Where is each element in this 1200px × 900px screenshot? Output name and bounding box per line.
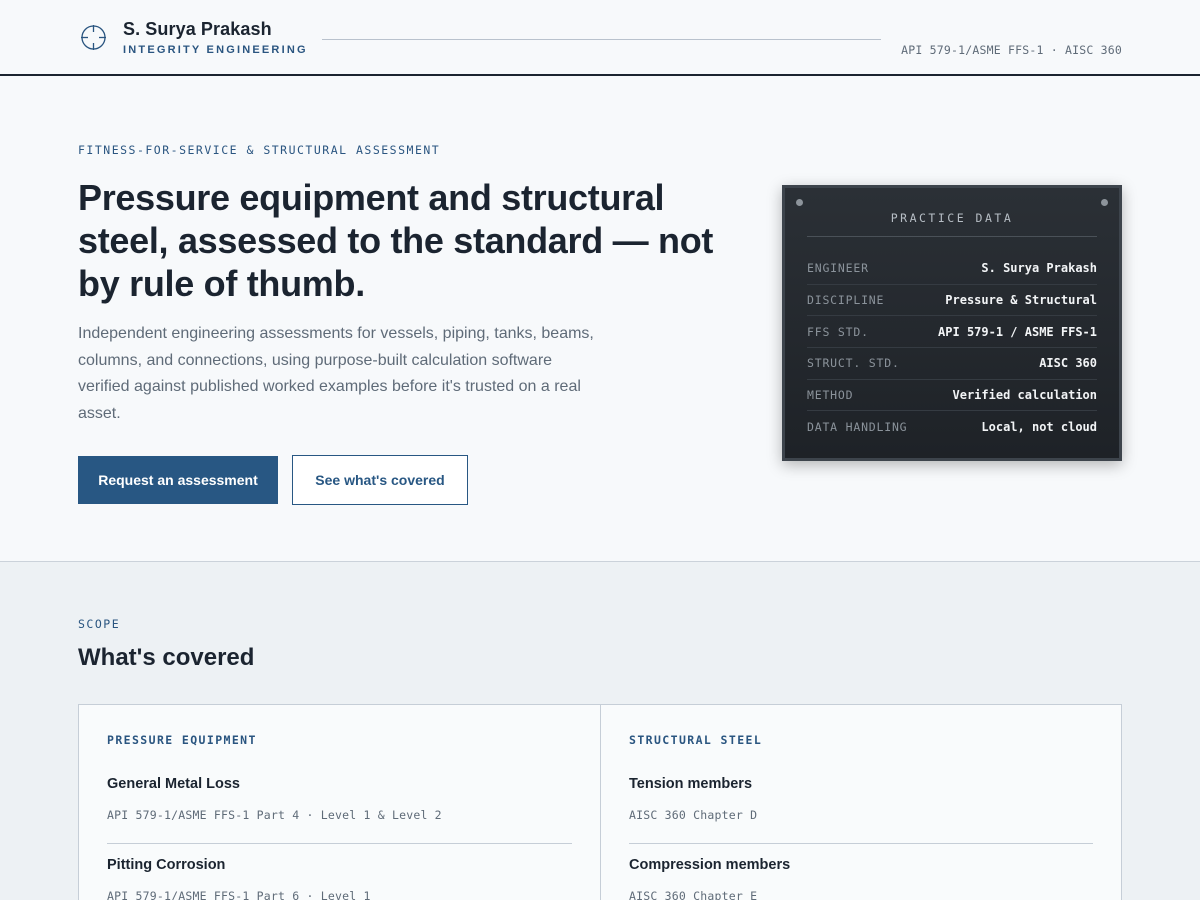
hero-title: Pressure equipment and structural steel,… bbox=[78, 177, 714, 304]
brand-subtitle: INTEGRITY ENGINEERING bbox=[123, 44, 308, 56]
list-item: Tension members AISC 360 Chapter D bbox=[629, 776, 1093, 844]
item-reference: AISC 360 Chapter E bbox=[629, 889, 758, 900]
panel-row-struct-std: STRUCT. STD. AISC 360 bbox=[807, 348, 1097, 380]
item-title: Pitting Corrosion bbox=[107, 857, 226, 873]
panel-title: PRACTICE DATA bbox=[890, 211, 1014, 225]
panel-value: Verified calculation bbox=[952, 388, 1098, 403]
panel-value: Pressure & Structural bbox=[945, 293, 1097, 308]
panel-row-ffs-std: FFS STD. API 579-1 / ASME FFS-1 bbox=[807, 316, 1097, 349]
list-item: Pitting Corrosion API 579-1/ASME FFS-1 P… bbox=[107, 857, 572, 900]
crosshair-icon[interactable] bbox=[80, 24, 107, 51]
panel-row-engineer: ENGINEER S. Surya Prakash bbox=[807, 253, 1097, 285]
screw-icon bbox=[796, 199, 803, 206]
panel-key: DISCIPLINE bbox=[807, 293, 885, 308]
panel-key: FFS STD. bbox=[807, 324, 869, 339]
item-title: General Metal Loss bbox=[107, 776, 240, 792]
scope-section: SCOPE What's covered PRESSURE EQUIPMENT … bbox=[0, 562, 1200, 900]
panel-key: ENGINEER bbox=[807, 261, 869, 276]
screw-icon bbox=[1101, 199, 1108, 206]
header-divider bbox=[322, 39, 881, 40]
hero-eyebrow: FITNESS-FOR-SERVICE & STRUCTURAL ASSESSM… bbox=[78, 143, 441, 157]
site-header: S. Surya Prakash INTEGRITY ENGINEERING A… bbox=[0, 0, 1200, 76]
hero-section: FITNESS-FOR-SERVICE & STRUCTURAL ASSESSM… bbox=[0, 76, 1200, 562]
panel-row-data-handling: DATA HANDLING Local, not cloud bbox=[807, 411, 1097, 443]
list-item: General Metal Loss API 579-1/ASME FFS-1 … bbox=[107, 776, 572, 844]
item-title: Tension members bbox=[629, 776, 753, 792]
item-reference: AISC 360 Chapter D bbox=[629, 808, 1093, 844]
scope-eyebrow: SCOPE bbox=[78, 617, 121, 631]
panel-key: DATA HANDLING bbox=[807, 420, 908, 435]
panel-key: STRUCT. STD. bbox=[807, 356, 900, 371]
item-title: Compression members bbox=[629, 857, 791, 873]
panel-row-method: METHOD Verified calculation bbox=[807, 380, 1097, 412]
panel-divider bbox=[807, 236, 1097, 237]
scope-title: What's covered bbox=[78, 644, 255, 671]
panel-value: AISC 360 bbox=[1039, 356, 1097, 371]
hero-description: Independent engineering assessments for … bbox=[78, 325, 594, 422]
list-item: Compression members AISC 360 Chapter E bbox=[629, 857, 1093, 900]
card-heading: STRUCTURAL STEEL bbox=[629, 733, 763, 747]
scope-cards: PRESSURE EQUIPMENT General Metal Loss AP… bbox=[78, 704, 1122, 900]
practice-data-panel: PRACTICE DATA ENGINEER S. Surya Prakash … bbox=[782, 185, 1122, 461]
panel-row-discipline: DISCIPLINE Pressure & Structural bbox=[807, 285, 1097, 317]
panel-rows: ENGINEER S. Surya Prakash DISCIPLINE Pre… bbox=[807, 253, 1097, 443]
brand-name[interactable]: S. Surya Prakash bbox=[123, 19, 272, 40]
panel-value: Local, not cloud bbox=[981, 420, 1097, 435]
card-structural-steel: STRUCTURAL STEEL Tension members AISC 36… bbox=[600, 705, 1121, 900]
panel-value: S. Surya Prakash bbox=[981, 261, 1097, 276]
see-covered-button[interactable]: See what's covered bbox=[292, 455, 468, 505]
panel-value: API 579-1 / ASME FFS-1 bbox=[938, 324, 1097, 339]
card-heading: PRESSURE EQUIPMENT bbox=[107, 733, 257, 747]
card-pressure-equipment: PRESSURE EQUIPMENT General Metal Loss AP… bbox=[79, 705, 600, 900]
request-assessment-button[interactable]: Request an assessment bbox=[78, 456, 278, 504]
item-reference: API 579-1/ASME FFS-1 Part 4 · Level 1 & … bbox=[107, 808, 572, 844]
header-standards: API 579-1/ASME FFS-1 · AISC 360 bbox=[901, 43, 1122, 57]
panel-key: METHOD bbox=[807, 388, 854, 403]
item-reference: API 579-1/ASME FFS-1 Part 6 · Level 1 bbox=[107, 889, 371, 900]
